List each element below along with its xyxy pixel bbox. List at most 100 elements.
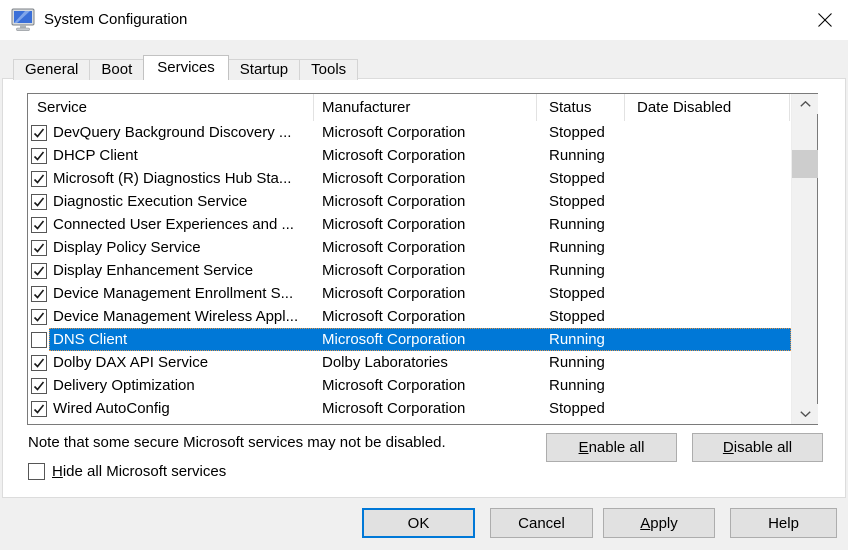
manufacturer-cell: Microsoft Corporation xyxy=(314,216,537,233)
service-name-cell: Device Management Wireless Appl... xyxy=(49,308,314,325)
close-button[interactable] xyxy=(814,9,836,31)
status-cell: Running xyxy=(537,147,625,164)
checkbox-cell xyxy=(28,148,49,164)
table-row[interactable]: Connected User Experiences and ...Micros… xyxy=(28,213,791,236)
table-row[interactable]: DHCP ClientMicrosoft CorporationRunning xyxy=(28,144,791,167)
selected-row-highlight: DNS ClientMicrosoft CorporationRunning xyxy=(49,328,791,351)
column-header-manufacturer[interactable]: Manufacturer xyxy=(314,94,537,121)
row-content: Diagnostic Execution ServiceMicrosoft Co… xyxy=(49,190,791,213)
checkbox-cell xyxy=(28,240,49,256)
row-content: DHCP ClientMicrosoft CorporationRunning xyxy=(49,144,791,167)
manufacturer-cell: Microsoft Corporation xyxy=(314,262,537,279)
table-row[interactable]: Dolby DAX API ServiceDolby LaboratoriesR… xyxy=(28,351,791,374)
status-cell: Stopped xyxy=(537,308,625,325)
scroll-down-button[interactable] xyxy=(792,404,818,424)
service-checkbox[interactable] xyxy=(31,332,47,348)
table-row[interactable]: Device Management Enrollment S...Microso… xyxy=(28,282,791,305)
service-checkbox[interactable] xyxy=(31,286,47,302)
table-row[interactable]: Delivery OptimizationMicrosoft Corporati… xyxy=(28,374,791,397)
service-checkbox[interactable] xyxy=(31,171,47,187)
close-x-icon xyxy=(818,13,832,27)
status-cell: Running xyxy=(537,262,625,279)
column-header-status[interactable]: Status xyxy=(537,94,625,121)
cancel-button[interactable]: Cancel xyxy=(490,508,593,538)
service-checkbox[interactable] xyxy=(31,217,47,233)
row-content: Device Management Enrollment S...Microso… xyxy=(49,282,791,305)
service-checkbox[interactable] xyxy=(31,194,47,210)
checkbox-cell xyxy=(28,355,49,371)
checkbox-cell xyxy=(28,171,49,187)
hide-all-row: Hide all Microsoft services xyxy=(28,463,226,480)
hide-all-checkbox[interactable] xyxy=(28,463,45,480)
table-row[interactable]: Wired AutoConfigMicrosoft CorporationSto… xyxy=(28,397,791,420)
tab-general[interactable]: General xyxy=(13,59,90,80)
column-header-service[interactable]: Service xyxy=(28,94,314,121)
service-checkbox[interactable] xyxy=(31,378,47,394)
row-content: Display Policy ServiceMicrosoft Corporat… xyxy=(49,236,791,259)
row-content: Display Enhancement ServiceMicrosoft Cor… xyxy=(49,259,791,282)
row-content: Wired AutoConfigMicrosoft CorporationSto… xyxy=(49,397,791,420)
row-content: DevQuery Background Discovery ...Microso… xyxy=(49,121,791,144)
row-content: Delivery OptimizationMicrosoft Corporati… xyxy=(49,374,791,397)
service-name-cell: Diagnostic Execution Service xyxy=(49,193,314,210)
tab-tools[interactable]: Tools xyxy=(299,59,358,80)
status-cell: Stopped xyxy=(537,170,625,187)
column-header-date-disabled[interactable]: Date Disabled xyxy=(625,94,790,121)
service-checkbox[interactable] xyxy=(31,125,47,141)
service-name-cell: DNS Client xyxy=(49,331,314,348)
apply-button[interactable]: Apply xyxy=(603,508,715,538)
row-content: Microsoft (R) Diagnostics Hub Sta...Micr… xyxy=(49,167,791,190)
tab-boot[interactable]: Boot xyxy=(89,59,144,80)
checkmark-icon xyxy=(32,149,46,163)
table-row[interactable]: DNS ClientMicrosoft CorporationRunning xyxy=(28,328,791,351)
service-checkbox[interactable] xyxy=(31,240,47,256)
manufacturer-cell: Microsoft Corporation xyxy=(314,285,537,302)
status-cell: Stopped xyxy=(537,124,625,141)
checkbox-cell xyxy=(28,217,49,233)
table-row[interactable]: Microsoft (R) Diagnostics Hub Sta...Micr… xyxy=(28,167,791,190)
help-button[interactable]: Help xyxy=(730,508,837,538)
service-checkbox[interactable] xyxy=(31,355,47,371)
service-checkbox[interactable] xyxy=(31,148,47,164)
service-name-cell: Display Enhancement Service xyxy=(49,262,314,279)
checkbox-cell xyxy=(28,309,49,325)
scroll-up-button[interactable] xyxy=(792,94,818,114)
service-name-cell: DevQuery Background Discovery ... xyxy=(49,124,314,141)
msconfig-icon xyxy=(11,8,37,32)
checkmark-icon xyxy=(32,195,46,209)
status-cell: Running xyxy=(537,239,625,256)
status-cell: Stopped xyxy=(537,193,625,210)
checkmark-icon xyxy=(32,402,46,416)
system-configuration-window: System Configuration GeneralBootServices… xyxy=(0,0,848,550)
services-rows: DevQuery Background Discovery ...Microso… xyxy=(28,121,791,420)
status-cell: Running xyxy=(537,216,625,233)
service-checkbox[interactable] xyxy=(31,263,47,279)
scrollbar-thumb[interactable] xyxy=(792,150,818,178)
table-row[interactable]: Display Policy ServiceMicrosoft Corporat… xyxy=(28,236,791,259)
row-content: Device Management Wireless Appl...Micros… xyxy=(49,305,791,328)
checkmark-icon xyxy=(32,126,46,140)
checkmark-icon xyxy=(32,241,46,255)
checkbox-cell xyxy=(28,125,49,141)
table-row[interactable]: Diagnostic Execution ServiceMicrosoft Co… xyxy=(28,190,791,213)
vertical-scrollbar[interactable] xyxy=(791,94,817,424)
services-tab-page: ServiceManufacturerStatusDate Disabled D… xyxy=(2,78,846,498)
tab-startup[interactable]: Startup xyxy=(228,59,300,80)
manufacturer-cell: Microsoft Corporation xyxy=(314,308,537,325)
service-checkbox[interactable] xyxy=(31,401,47,417)
table-row[interactable]: DevQuery Background Discovery ...Microso… xyxy=(28,121,791,144)
tab-strip: GeneralBootServicesStartupTools xyxy=(0,40,848,79)
checkbox-cell xyxy=(28,401,49,417)
manufacturer-cell: Microsoft Corporation xyxy=(314,147,537,164)
table-row[interactable]: Display Enhancement ServiceMicrosoft Cor… xyxy=(28,259,791,282)
service-name-cell: Wired AutoConfig xyxy=(49,400,314,417)
disable-all-button[interactable]: Disable all xyxy=(692,433,823,462)
service-checkbox[interactable] xyxy=(31,309,47,325)
checkbox-cell xyxy=(28,286,49,302)
manufacturer-cell: Microsoft Corporation xyxy=(314,400,537,417)
table-row[interactable]: Device Management Wireless Appl...Micros… xyxy=(28,305,791,328)
tab-services[interactable]: Services xyxy=(143,55,229,80)
enable-all-button[interactable]: Enable all xyxy=(546,433,677,462)
chevron-down-icon xyxy=(800,411,811,417)
ok-button[interactable]: OK xyxy=(362,508,475,538)
